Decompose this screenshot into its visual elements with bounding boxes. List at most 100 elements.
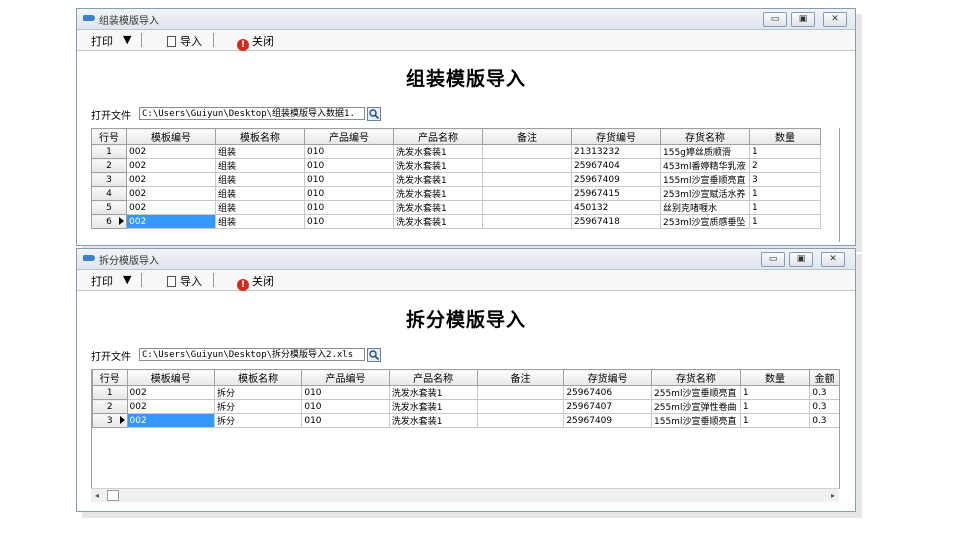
table-cell[interactable]: 洗发水套装1 <box>393 200 483 215</box>
import-button[interactable]: 导入 <box>167 273 202 289</box>
row-number[interactable]: 1 <box>92 385 128 400</box>
table-row-selected[interactable]: 3 002 拆分 010 洗发水套装1 25967409 155ml沙宣垂顺亮直 1 0.3 <box>92 413 840 428</box>
row-number[interactable]: 5 <box>91 200 127 215</box>
column-header[interactable]: 模板名称 <box>215 128 305 145</box>
file-path-field[interactable]: C:\Users\Guiyun\Desktop\组装模版导入数据1. <box>139 107 365 120</box>
scroll-left-icon[interactable]: ◂ <box>95 491 99 500</box>
table-cell[interactable]: 253ml沙宣质感垂坠 <box>660 214 750 229</box>
column-header[interactable]: 存货编号 <box>563 369 652 386</box>
table-cell[interactable]: 洗发水套装1 <box>393 158 483 173</box>
row-number[interactable]: 6 <box>91 214 127 229</box>
table-cell[interactable]: 21313232 <box>571 144 661 159</box>
table-cell[interactable]: 3 <box>749 172 821 187</box>
table-cell[interactable]: 002 <box>126 158 216 173</box>
table-cell[interactable]: 002 <box>126 200 216 215</box>
table-cell[interactable]: 155ml沙宣垂顺亮直 <box>651 413 741 428</box>
column-header[interactable]: 模板名称 <box>213 369 303 386</box>
table-cell[interactable]: 002 <box>126 172 216 187</box>
close-window-button[interactable]: ✕ <box>821 252 845 267</box>
table-cell[interactable]: 155ml沙宣垂顺亮直 <box>660 172 750 187</box>
table-row[interactable]: 2 002 组装 010 洗发水套装1 25967404 453ml番婷精华乳液 2 <box>91 158 821 173</box>
table-cell[interactable]: 25967404 <box>571 158 661 173</box>
table-cell[interactable]: 1 <box>749 144 821 159</box>
table-cell[interactable] <box>482 144 572 159</box>
minimize-button[interactable]: ▭ <box>761 252 785 267</box>
column-header[interactable]: 存货名称 <box>651 369 741 386</box>
column-header[interactable]: 行号 <box>91 128 127 145</box>
column-header[interactable]: 行号 <box>92 369 128 386</box>
table-cell[interactable]: 洗发水套装1 <box>393 144 483 159</box>
table-cell[interactable]: 1 <box>749 186 821 201</box>
table-cell[interactable]: 拆分 <box>213 413 303 428</box>
table-cell[interactable]: 洗发水套装1 <box>388 385 478 400</box>
table-cell[interactable] <box>482 158 572 173</box>
minimize-button[interactable]: ▭ <box>763 12 787 27</box>
table-cell[interactable]: 拆分 <box>213 385 303 400</box>
table-row[interactable]: 1 002 组装 010 洗发水套装1 21313232 155g婷丝质顺滑 1 <box>91 144 821 159</box>
table-cell[interactable]: 2 <box>749 158 821 173</box>
table-cell[interactable]: 1 <box>739 399 811 414</box>
table-cell[interactable]: 010 <box>304 186 394 201</box>
maximize-button[interactable]: ▣ <box>791 12 815 27</box>
table-cell[interactable]: 0.3 <box>809 385 840 400</box>
column-header[interactable]: 产品编号 <box>304 128 394 145</box>
selected-cell[interactable]: 002 <box>126 413 215 428</box>
table-cell[interactable]: 25967409 <box>563 413 652 428</box>
table-cell[interactable]: 25967418 <box>571 214 661 229</box>
row-number[interactable]: 2 <box>91 158 127 173</box>
table-cell[interactable] <box>476 399 565 414</box>
close-button[interactable]: ! 关闭 <box>237 33 274 51</box>
table-cell[interactable]: 25967409 <box>571 172 661 187</box>
column-header[interactable]: 数量 <box>739 369 811 386</box>
table-cell[interactable] <box>482 172 572 187</box>
table-cell[interactable]: 组装 <box>215 200 305 215</box>
table-cell[interactable]: 丝别克啫喱水 <box>660 200 750 215</box>
file-path-field[interactable]: C:\Users\Guiyun\Desktop\拆分模版导入2.xls <box>139 348 365 361</box>
column-header[interactable]: 产品编号 <box>301 369 390 386</box>
table-cell[interactable]: 25967406 <box>563 385 652 400</box>
column-header[interactable]: 产品名称 <box>388 369 478 386</box>
title-bar[interactable]: 组装模版导入 ▭ ▣ ✕ <box>77 9 855 30</box>
table-cell[interactable]: 010 <box>301 399 390 414</box>
table-cell[interactable]: 洗发水套装1 <box>388 399 478 414</box>
table-cell[interactable] <box>482 200 572 215</box>
table-row[interactable]: 3 002 组装 010 洗发水套装1 25967409 155ml沙宣垂顺亮直 3 <box>91 172 821 187</box>
row-number[interactable]: 1 <box>91 144 127 159</box>
horizontal-scrollbar[interactable]: ◂ ▸ <box>91 488 839 502</box>
browse-search-icon[interactable] <box>367 348 381 362</box>
column-header[interactable]: 数量 <box>749 128 821 145</box>
table-cell[interactable]: 拆分 <box>213 399 303 414</box>
table-row-selected[interactable]: 6 002 组装 010 洗发水套装1 25967418 253ml沙宣质感垂坠 1 <box>91 214 821 229</box>
table-cell[interactable]: 253ml沙宣赋活水养 <box>660 186 750 201</box>
table-row[interactable]: 4 002 组装 010 洗发水套装1 25967415 253ml沙宣赋活水养 1 <box>91 186 821 201</box>
table-cell[interactable]: 洗发水套装1 <box>393 172 483 187</box>
table-cell[interactable]: 010 <box>304 172 394 187</box>
column-header[interactable]: 备注 <box>476 369 565 386</box>
table-cell[interactable]: 255ml沙宣垂顺亮直 <box>651 385 741 400</box>
table-cell[interactable]: 002 <box>126 186 216 201</box>
column-header[interactable]: 金额 <box>809 369 840 386</box>
table-cell[interactable] <box>476 413 565 428</box>
table-cell[interactable]: 450132 <box>571 200 661 215</box>
table-cell[interactable]: 0.3 <box>809 413 840 428</box>
print-button[interactable]: 打印 <box>91 33 113 49</box>
table-cell[interactable]: 010 <box>304 158 394 173</box>
column-header[interactable]: 产品名称 <box>393 128 483 145</box>
scroll-thumb[interactable] <box>107 490 119 501</box>
table-cell[interactable]: 155g婷丝质顺滑 <box>660 144 750 159</box>
table-cell[interactable] <box>482 186 572 201</box>
maximize-button[interactable]: ▣ <box>789 252 813 267</box>
table-cell[interactable]: 255ml沙宣弹性卷曲 <box>651 399 741 414</box>
table-cell[interactable]: 组装 <box>215 172 305 187</box>
table-cell[interactable]: 25967415 <box>571 186 661 201</box>
column-header[interactable]: 备注 <box>482 128 572 145</box>
print-dropdown-icon[interactable]: ▼ <box>123 273 131 286</box>
table-cell[interactable]: 1 <box>739 385 811 400</box>
table-row[interactable]: 2 002 拆分 010 洗发水套装1 25967407 255ml沙宣弹性卷曲 1 0.3 <box>92 399 840 414</box>
print-button[interactable]: 打印 <box>91 273 113 289</box>
table-row[interactable]: 1 002 拆分 010 洗发水套装1 25967406 255ml沙宣垂顺亮直 1 0.3 <box>92 385 840 400</box>
table-cell[interactable]: 组装 <box>215 214 305 229</box>
split-grid[interactable]: 行号 模板编号 模板名称 产品编号 产品名称 备注 存货编号 存货名称 数量 金… <box>91 369 840 489</box>
table-cell[interactable]: 25967407 <box>563 399 652 414</box>
scroll-right-icon[interactable]: ▸ <box>831 491 835 500</box>
